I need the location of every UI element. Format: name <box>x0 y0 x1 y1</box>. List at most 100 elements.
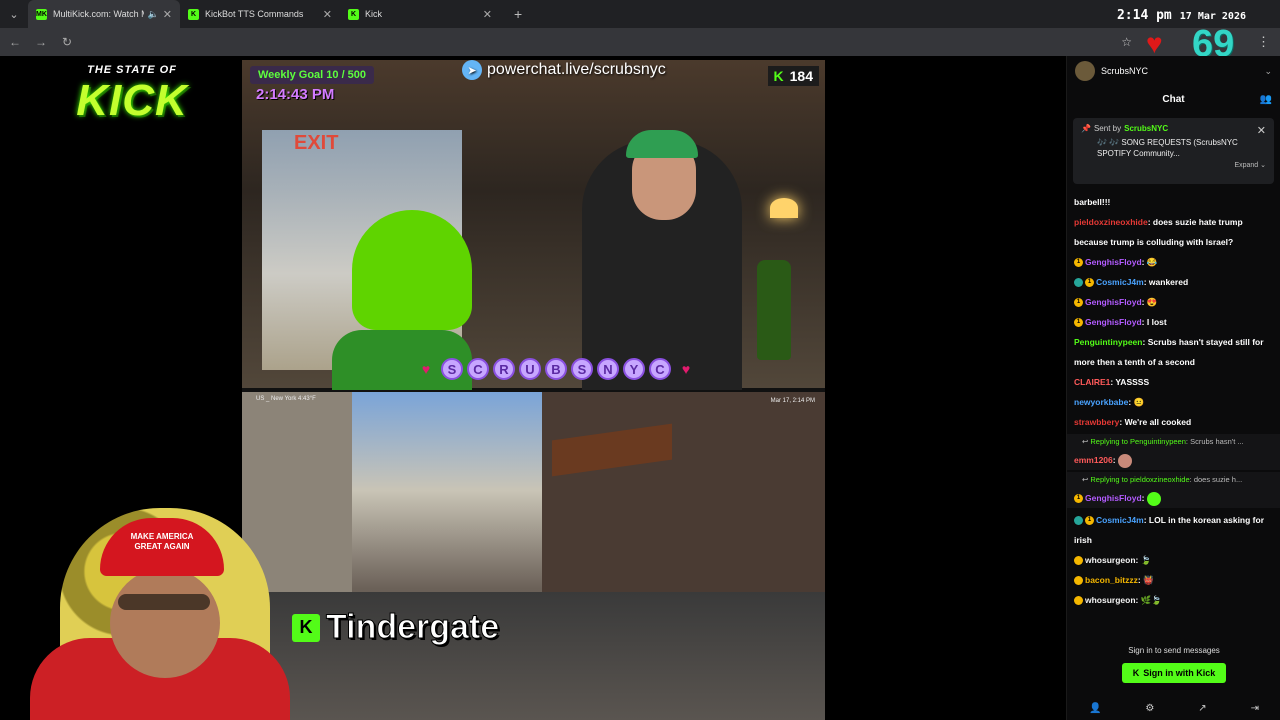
reply-context[interactable]: ↩ Replying to pieldoxzineoxhide: does su… <box>1074 472 1273 488</box>
message-text: barbell!!! <box>1074 197 1111 207</box>
reply-snippet: Scrubs hasn't ... <box>1190 437 1244 446</box>
chat-message: emm1206: <box>1074 450 1273 470</box>
collapse-icon[interactable]: ⇥ <box>1251 703 1259 714</box>
exit-sign: EXIT <box>294 132 339 154</box>
streamer-webcam: MAKE AMERICA GREAT AGAIN <box>0 498 330 720</box>
chat-username[interactable]: emm1206 <box>1074 455 1113 465</box>
add-user-icon[interactable]: 👤 <box>1089 703 1101 714</box>
reply-arrow-icon: ↩ <box>1082 475 1089 484</box>
emote-icon <box>1117 453 1132 468</box>
leprechaun-hat <box>352 210 472 330</box>
signin-button[interactable]: K Sign in with Kick <box>1122 663 1226 683</box>
chevron-down-icon[interactable]: ⌄ <box>1264 66 1272 77</box>
chat-message: 1 GenghisFloyd: <box>1074 488 1273 508</box>
speaker-icon[interactable]: 🔈 <box>148 9 159 20</box>
back-icon[interactable]: ← <box>4 35 26 49</box>
chat-username[interactable]: whosurgeon <box>1085 555 1136 565</box>
chat-username[interactable]: strawbbery <box>1074 417 1119 427</box>
reply-target: Penguintinypeen <box>1130 437 1186 446</box>
replying-label: Replying to <box>1090 437 1128 446</box>
ceiling-lamp <box>770 198 798 218</box>
expand-button[interactable]: Expand ⌄ <box>1081 161 1266 169</box>
viewer-count: K 184 <box>767 66 819 86</box>
close-tab-icon[interactable]: ✕ <box>163 8 172 21</box>
chat-footer: 👤 ⚙ ↗ ⇥ <box>1067 698 1280 718</box>
chat-username[interactable]: CosmicJ4m <box>1096 277 1144 287</box>
close-tab-icon[interactable]: ✕ <box>323 8 332 21</box>
signin-prompt: Sign in to send messages <box>1128 646 1220 655</box>
stream-clock: 2:14:43 PM <box>256 86 335 103</box>
chat-username[interactable]: GenghisFloyd <box>1085 257 1142 267</box>
message-text: wankered <box>1148 277 1189 287</box>
chat-messages: barbell!!! pieldoxzineoxhide: does suzie… <box>1067 188 1280 614</box>
location-label: US _ New York 4:43°F <box>256 396 316 402</box>
channel-name-banner: ♥ S C R U B S N Y C ♥ <box>415 358 697 380</box>
chat-message: 1 CosmicJ4m: wankered <box>1074 272 1273 292</box>
chat-username[interactable]: whosurgeon <box>1085 595 1136 605</box>
chat-username[interactable]: CosmicJ4m <box>1096 515 1144 525</box>
chat-message: 1 GenghisFloyd: I lost <box>1074 312 1273 332</box>
green-cap <box>626 130 698 158</box>
channel-header[interactable]: ScrubsNYC ⌄ <box>1067 56 1280 86</box>
hat-text-line2: GREAT AGAIN <box>134 542 190 551</box>
chat-message: newyorkbabe: 😐 <box>1074 397 1145 407</box>
more-menu-icon[interactable]: ⋮ <box>1257 34 1270 50</box>
tab-label: KickBot TTS Commands <box>205 9 304 19</box>
chat-username[interactable]: bacon_bitzzz <box>1085 575 1138 585</box>
badge-icon <box>1074 596 1083 606</box>
name-letter: N <box>597 358 619 380</box>
chat-username[interactable]: pieldoxzineoxhide <box>1074 217 1148 227</box>
chat-username[interactable]: GenghisFloyd <box>1085 493 1142 503</box>
name-letter: S <box>441 358 463 380</box>
chat-username[interactable]: GenghisFloyd <box>1085 317 1142 327</box>
chat-username[interactable]: CLAIRE1 <box>1074 377 1110 387</box>
badge-icon <box>1074 278 1083 288</box>
sunglasses <box>118 594 210 610</box>
heart-icon: ♥ <box>1146 28 1163 59</box>
tab-kickbot[interactable]: K KickBot TTS Commands ✕ <box>180 0 340 28</box>
message-text: 👹 <box>1143 575 1154 585</box>
bookmark-star-icon[interactable]: ☆ <box>1121 35 1132 49</box>
pin-icon: 📌 <box>1081 124 1091 133</box>
overlay-clock: 2:14 pm 17 Mar 2026 <box>1117 8 1246 23</box>
chat-message: 1 GenghisFloyd: 😂 <box>1074 252 1273 272</box>
caption-text: Tindergate <box>325 608 500 647</box>
chat-username[interactable]: Penguintinypeen <box>1074 337 1142 347</box>
reply-context[interactable]: ↩ Replying to Penguintinypeen: Scrubs ha… <box>1074 434 1273 450</box>
chat-message: Penguintinypeen: Scrubs hasn't stayed st… <box>1074 337 1264 367</box>
tab-multikick[interactable]: MK MultiKick.com: Watch Multi 🔈 ✕ <box>28 0 180 28</box>
new-tab-icon[interactable]: + <box>514 6 522 22</box>
pinned-message[interactable]: 📌 Sent by ScrubsNYC ✕ 🎶 🎶 SONG REQUESTS … <box>1073 118 1274 184</box>
name-letter: C <box>649 358 671 380</box>
powerchat-url: powerchat.live/scrubsnyc <box>487 61 666 78</box>
badge-icon: 1 <box>1085 516 1094 526</box>
name-letter: U <box>519 358 541 380</box>
tab-search-icon[interactable]: ⌄ <box>0 0 28 28</box>
popout-icon[interactable]: ↗ <box>1198 703 1206 714</box>
kickbot-favicon-icon: K <box>188 8 199 20</box>
kick-logo-icon: K <box>1132 668 1140 678</box>
close-tab-icon[interactable]: ✕ <box>483 8 492 21</box>
chat-title-text: Chat <box>1162 94 1185 105</box>
viewer-count-value: 184 <box>789 68 813 84</box>
gear-icon[interactable]: ⚙ <box>1145 703 1154 714</box>
camera-timestamp: Mar 17, 2:14 PM <box>770 398 815 404</box>
badge-icon <box>1074 576 1083 586</box>
replying-label: Replying to <box>1090 475 1128 484</box>
chat-message: whosurgeon: 🍃 <box>1074 550 1273 570</box>
clock-time: 2:14 pm <box>1116 8 1172 23</box>
name-letter: S <box>571 358 593 380</box>
signin-button-label: Sign in with Kick <box>1143 668 1216 678</box>
chat-message: barbell!!! <box>1074 192 1273 212</box>
bottle <box>757 260 791 360</box>
tab-kick[interactable]: K Kick ✕ <box>340 0 500 28</box>
badge-icon: 1 <box>1074 258 1083 268</box>
badge-icon <box>1074 516 1083 526</box>
users-icon[interactable]: 👥 <box>1260 86 1272 114</box>
chat-username[interactable]: GenghisFloyd <box>1085 297 1142 307</box>
chat-username[interactable]: newyorkbabe <box>1074 397 1128 407</box>
chat-message: bacon_bitzzz: 👹 <box>1074 570 1273 590</box>
badge-icon: 1 <box>1074 318 1083 328</box>
message-text: I lost <box>1146 317 1167 327</box>
close-icon[interactable]: ✕ <box>1257 124 1266 137</box>
